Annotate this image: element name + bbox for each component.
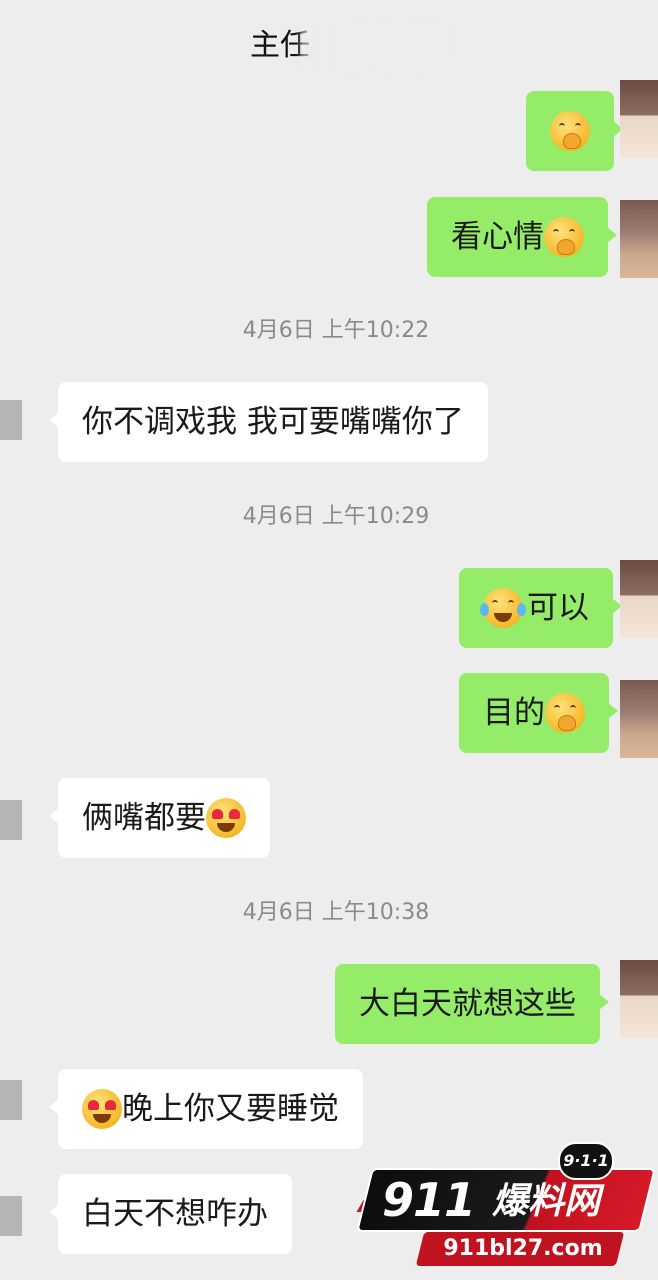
smirk-emoji-icon bbox=[545, 693, 585, 733]
message-bubble-incoming[interactable]: 白天不想咋办 bbox=[49, 1174, 292, 1254]
message-timestamp: 4月6日 上午10:29 bbox=[242, 504, 430, 529]
message-bubble-incoming[interactable]: 俩嘴都要 bbox=[49, 778, 270, 858]
smirk-emoji-icon bbox=[544, 217, 584, 257]
chat-header: 主任 bbox=[0, 0, 658, 90]
avatar[interactable] bbox=[0, 1080, 22, 1120]
laughing-crying-emoji-icon bbox=[480, 588, 526, 628]
avatar[interactable] bbox=[0, 800, 22, 840]
message-bubble-outgoing[interactable]: 目的 bbox=[459, 673, 618, 753]
watermark-logo: 9·1·1 911 爆料网 911bl27.com bbox=[356, 1140, 656, 1270]
message-timestamp: 4月6日 上午10:22 bbox=[242, 318, 430, 343]
avatar[interactable] bbox=[620, 680, 658, 758]
avatar[interactable] bbox=[620, 80, 658, 158]
heart-eyes-emoji-icon bbox=[206, 798, 246, 838]
message-text: 晚上你又要睡觉 bbox=[122, 1091, 339, 1127]
message-bubble-incoming[interactable]: 晚上你又要睡觉 bbox=[49, 1069, 363, 1149]
message-bubble-outgoing[interactable]: 大白天就想这些 bbox=[335, 964, 609, 1044]
message-text: 白天不想咋办 bbox=[82, 1196, 268, 1232]
message-text: 看心情 bbox=[451, 219, 544, 255]
message-bubble-outgoing[interactable]: 看心情 bbox=[427, 197, 617, 277]
smirk-emoji-icon bbox=[550, 111, 590, 151]
avatar[interactable] bbox=[620, 560, 658, 638]
message-bubble-incoming[interactable]: 你不调戏我 我可要嘴嘴你了 bbox=[49, 382, 488, 462]
message-text: 俩嘴都要 bbox=[82, 800, 206, 836]
avatar[interactable] bbox=[0, 1196, 22, 1236]
watermark-name: 爆料网 bbox=[492, 1181, 601, 1222]
avatar[interactable] bbox=[620, 200, 658, 278]
message-timestamp: 4月6日 上午10:38 bbox=[242, 900, 430, 925]
avatar[interactable] bbox=[620, 960, 658, 1038]
message-text: 可以 bbox=[527, 590, 589, 626]
message-text: 目的 bbox=[483, 695, 545, 731]
heart-eyes-emoji-icon bbox=[82, 1089, 122, 1129]
message-text: 你不调戏我 我可要嘴嘴你了 bbox=[82, 404, 464, 440]
watermark-number: 911 bbox=[382, 1173, 476, 1227]
message-bubble-outgoing[interactable] bbox=[526, 91, 623, 171]
message-bubble-outgoing[interactable]: 可以 bbox=[459, 568, 622, 648]
watermark-badge: 9·1·1 bbox=[558, 1142, 614, 1180]
title-redaction bbox=[300, 22, 450, 70]
avatar[interactable] bbox=[0, 400, 22, 440]
watermark-url: 911bl27.com bbox=[443, 1236, 603, 1261]
message-text: 大白天就想这些 bbox=[359, 986, 576, 1022]
